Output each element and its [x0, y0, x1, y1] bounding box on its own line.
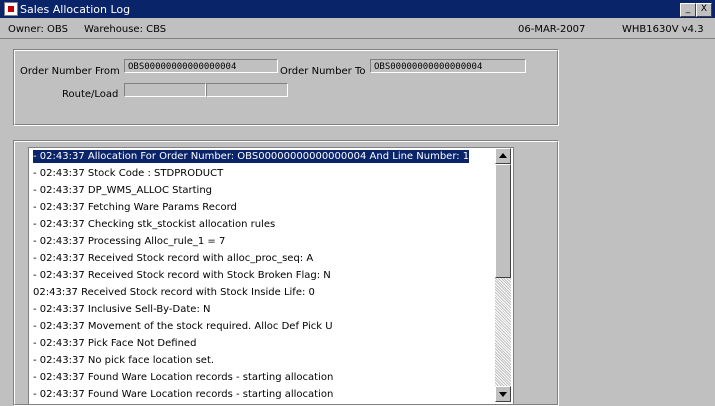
order-to-field[interactable]: OBS00000000000000004 [370, 59, 526, 73]
allocation-log-list[interactable]: - 02:43:37 Allocation For Order Number: … [28, 147, 514, 405]
log-item[interactable]: - 02:43:37 Received Stock record with al… [29, 250, 495, 267]
route-field[interactable] [124, 83, 206, 97]
window-title: Sales Allocation Log [20, 3, 131, 16]
log-item[interactable]: - 02:43:37 Movement of the stock require… [29, 318, 495, 335]
log-scrollbar[interactable] [495, 148, 511, 402]
log-item[interactable]: - 02:43:37 Received Stock record with St… [29, 267, 495, 284]
log-item[interactable]: - 02:43:37 Pick Face Not Defined [29, 335, 495, 352]
log-item[interactable]: - 02:43:37 Found Ware Location records -… [29, 369, 495, 386]
criteria-panel: Order Number From OBS00000000000000004 O… [13, 49, 559, 126]
log-item[interactable]: - 02:43:37 No pick face location set. [29, 352, 495, 369]
close-button[interactable]: X [696, 3, 712, 17]
minimize-button[interactable]: _ [680, 3, 696, 17]
scroll-up-button[interactable] [495, 148, 511, 164]
scrollbar-thumb[interactable] [495, 164, 511, 278]
warehouse-label: Warehouse: CBS [84, 24, 167, 35]
log-items: - 02:43:37 Allocation For Order Number: … [29, 148, 495, 403]
arrow-up-icon [499, 153, 507, 158]
load-field[interactable] [206, 83, 288, 97]
owner-label: Owner: OBS [8, 24, 68, 35]
log-item[interactable]: - 02:43:37 Checking stk_stockist allocat… [29, 216, 495, 233]
log-item[interactable]: - 02:43:37 Found Ware Location records -… [29, 386, 495, 403]
log-item[interactable]: - 02:43:37 Allocation For Order Number: … [29, 148, 495, 165]
log-item[interactable]: - 02:43:37 Processing Alloc_rule_1 = 7 [29, 233, 495, 250]
version-label: WHB1630V v4.3 [622, 24, 704, 35]
log-item[interactable]: - 02:43:37 DP_WMS_ALLOC Starting [29, 182, 495, 199]
date-label: 06-MAR-2007 [518, 24, 586, 35]
log-item[interactable]: - 02:43:37 Fetching Ware Params Record [29, 199, 495, 216]
log-item[interactable]: 02:43:37 Received Stock record with Stoc… [29, 284, 495, 301]
log-item[interactable]: - 02:43:37 Stock Code : STDPRODUCT [29, 165, 495, 182]
status-bar: Owner: OBS Warehouse: CBS 06-MAR-2007 WH… [0, 20, 715, 39]
arrow-down-icon [499, 392, 507, 397]
app-icon [4, 2, 18, 16]
route-load-label: Route/Load [62, 89, 119, 100]
order-from-label: Order Number From [20, 66, 120, 77]
scroll-down-button[interactable] [495, 386, 511, 402]
log-item[interactable]: - 02:43:37 Inclusive Sell-By-Date: N [29, 301, 495, 318]
scrollbar-track[interactable] [495, 278, 511, 386]
order-to-label: Order Number To [280, 66, 366, 77]
title-bar: Sales Allocation Log _ X [0, 0, 715, 18]
order-from-field[interactable]: OBS00000000000000004 [124, 59, 278, 73]
